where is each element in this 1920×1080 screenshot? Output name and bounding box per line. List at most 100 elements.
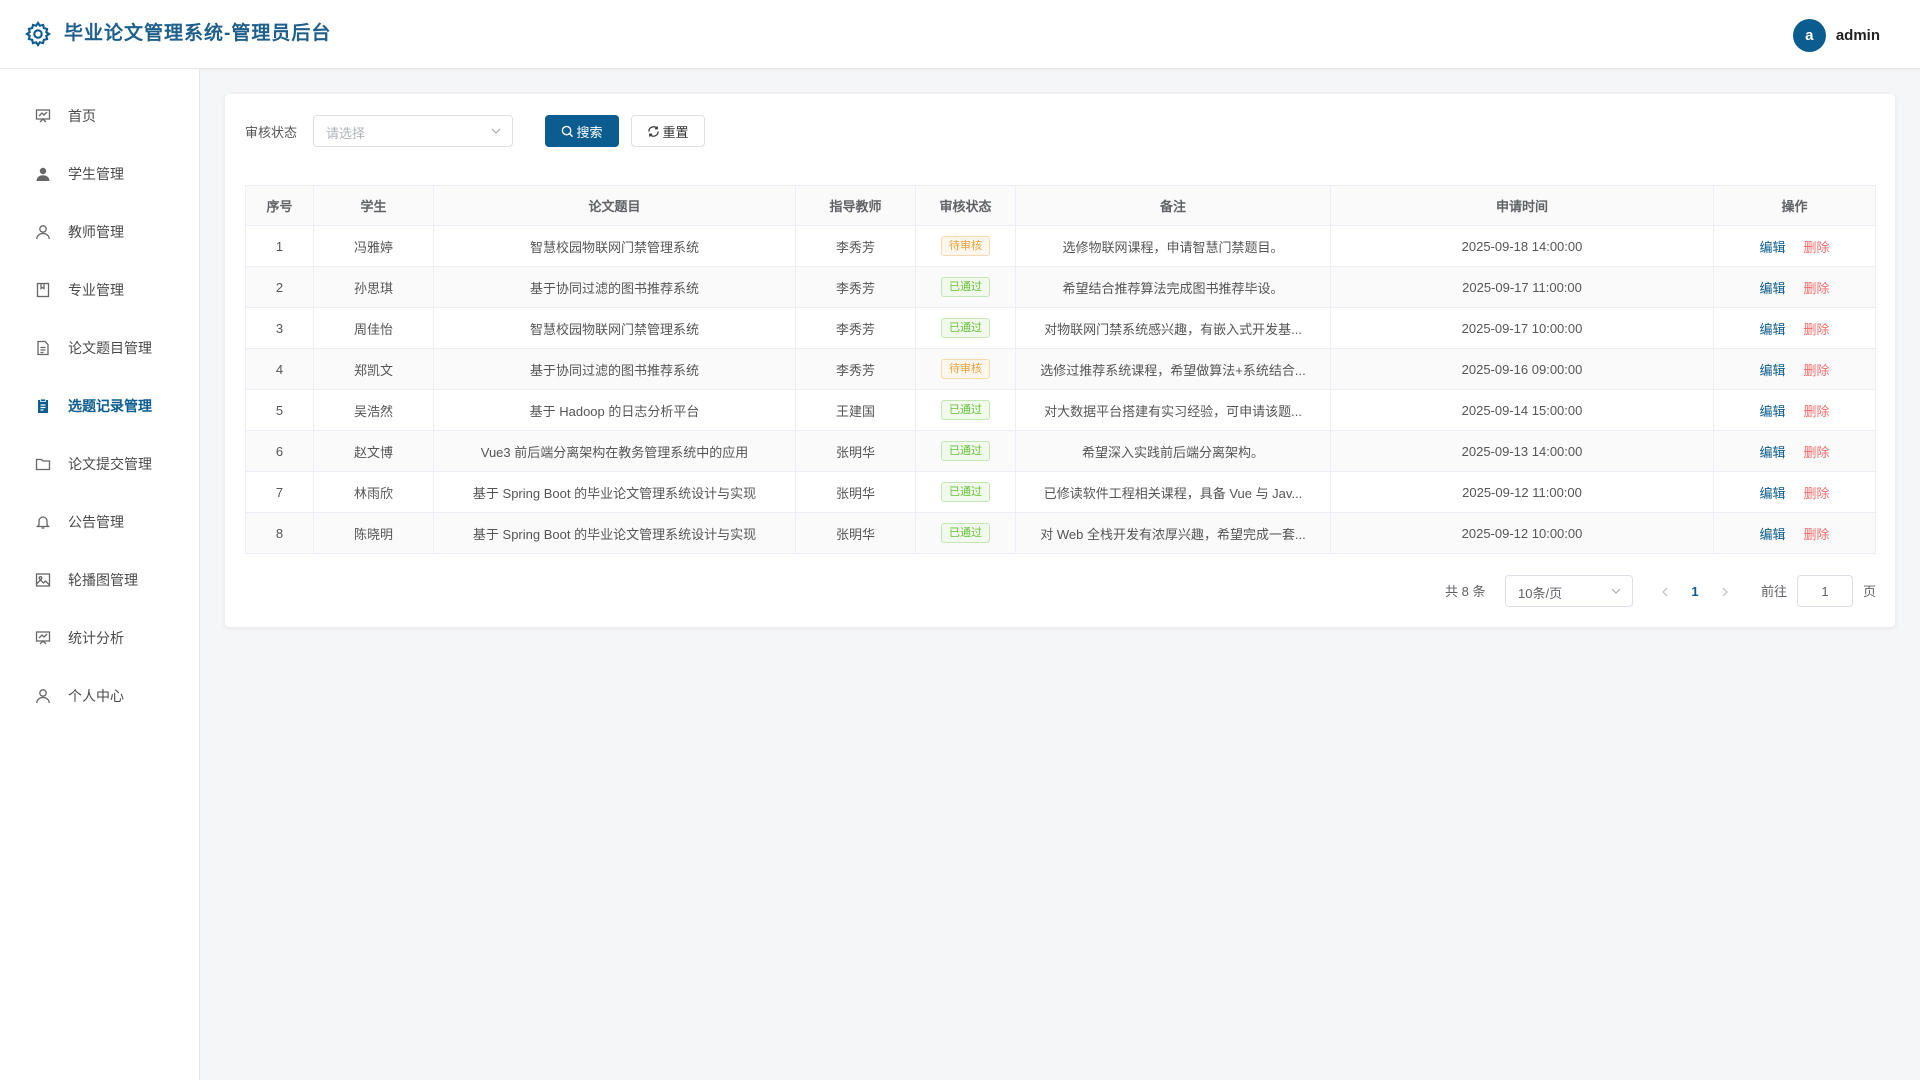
cell-title: 基于 Spring Boot 的毕业论文管理系统设计与实现 [433, 471, 796, 513]
header-title: 论文题目 [433, 185, 796, 226]
cell-status: 待审核 [915, 348, 1016, 390]
cell-remark: 对 Web 全栈开发有浓厚兴趣，希望完成一套... [1015, 512, 1331, 554]
status-badge: 已通过 [941, 523, 990, 543]
sidebar-item-majors[interactable]: 专业管理 [0, 268, 199, 312]
cell-no: 1 [245, 225, 314, 267]
cell-time: 2025-09-16 09:00:00 [1330, 348, 1714, 390]
table-row: 4 郑凯文 基于协同过滤的图书推荐系统 李秀芳 待审核 选修过推荐系统课程，希望做算法+系… [245, 348, 1876, 390]
bell-icon [34, 513, 52, 531]
sidebar-item-selection-records[interactable]: 选题记录管理 [0, 384, 199, 428]
sidebar-item-profile[interactable]: 个人中心 [0, 674, 199, 718]
cell-title: 智慧校园物联网门禁管理系统 [433, 225, 796, 267]
sidebar-item-thesis-submissions[interactable]: 论文提交管理 [0, 442, 199, 486]
delete-button[interactable]: 删除 [1804, 240, 1830, 255]
cell-remark: 希望结合推荐算法完成图书推荐毕设。 [1015, 266, 1331, 308]
edit-button[interactable]: 编辑 [1759, 486, 1785, 501]
search-button[interactable]: 搜索 [545, 115, 619, 147]
select-placeholder: 请选择 [326, 126, 366, 141]
gear-icon [24, 20, 52, 48]
cell-actions: 编辑 删除 [1713, 266, 1876, 308]
sidebar-item-home[interactable]: 首页 [0, 94, 199, 138]
sidebar-item-label: 轮播图管理 [68, 572, 138, 588]
sidebar-item-thesis-topics[interactable]: 论文题目管理 [0, 326, 199, 370]
edit-button[interactable]: 编辑 [1759, 404, 1785, 419]
sidebar-item-students[interactable]: 学生管理 [0, 152, 199, 196]
delete-button[interactable]: 删除 [1804, 363, 1830, 378]
edit-button[interactable]: 编辑 [1759, 322, 1785, 337]
delete-button[interactable]: 删除 [1804, 404, 1830, 419]
user-menu[interactable]: a admin [1792, 18, 1880, 52]
cell-remark: 希望深入实践前后端分离架构。 [1015, 430, 1331, 472]
cell-teacher: 李秀芳 [795, 307, 916, 349]
edit-button[interactable]: 编辑 [1759, 363, 1785, 378]
chevron-right-icon [1722, 587, 1728, 597]
cell-status: 已通过 [915, 471, 1016, 513]
sidebar-item-teachers[interactable]: 教师管理 [0, 210, 199, 254]
notebook-icon [34, 281, 52, 299]
username[interactable]: admin [1836, 27, 1880, 44]
cell-title: Vue3 前后端分离架构在教务管理系统中的应用 [433, 430, 796, 472]
cell-student: 陈晓明 [313, 512, 434, 554]
cell-teacher: 李秀芳 [795, 348, 916, 390]
table-header-row: 序号 学生 论文题目 指导教师 审核状态 备注 申请时间 操作 [245, 185, 1876, 226]
table-row: 2 孙思琪 基于协同过滤的图书推荐系统 李秀芳 已通过 希望结合推荐算法完成图书推荐毕设。… [245, 266, 1876, 308]
cell-student: 孙思琪 [313, 266, 434, 308]
prev-page-button[interactable] [1657, 582, 1673, 602]
cell-status: 已通过 [915, 430, 1016, 472]
avatar[interactable]: a [1792, 18, 1826, 52]
cell-time: 2025-09-12 11:00:00 [1330, 471, 1714, 513]
tickets-icon [34, 397, 52, 415]
edit-button[interactable]: 编辑 [1759, 281, 1785, 296]
cell-status: 已通过 [915, 512, 1016, 554]
cell-teacher: 李秀芳 [795, 225, 916, 267]
chevron-down-icon [1611, 588, 1621, 594]
edit-button[interactable]: 编辑 [1759, 527, 1785, 542]
sidebar: 首页 学生管理 教师管理 专业管理 论文题目管理 选题记录管理 论文提交管理 公… [0, 69, 200, 1080]
delete-button[interactable]: 删除 [1804, 445, 1830, 460]
page-size-select[interactable]: 10条/页 [1505, 575, 1633, 607]
cell-actions: 编辑 删除 [1713, 389, 1876, 431]
records-card: 审核状态 请选择 搜索 重置 序号 学生 论文题目 指导教师 审核状态 备注 申… [225, 94, 1895, 627]
delete-button[interactable]: 删除 [1804, 322, 1830, 337]
edit-button[interactable]: 编辑 [1759, 240, 1785, 255]
delete-button[interactable]: 删除 [1804, 527, 1830, 542]
user-filled-icon [34, 165, 52, 183]
cell-status: 已通过 [915, 307, 1016, 349]
cell-status: 待审核 [915, 225, 1016, 267]
cell-teacher: 李秀芳 [795, 266, 916, 308]
delete-button[interactable]: 删除 [1804, 486, 1830, 501]
cell-student: 林雨欣 [313, 471, 434, 513]
sidebar-item-label: 论文提交管理 [68, 456, 152, 472]
cell-no: 2 [245, 266, 314, 308]
edit-button[interactable]: 编辑 [1759, 445, 1785, 460]
cell-teacher: 王建国 [795, 389, 916, 431]
search-button-label: 搜索 [576, 124, 603, 140]
next-page-button[interactable] [1717, 582, 1733, 602]
status-badge: 已通过 [941, 277, 990, 297]
table-row: 8 陈晓明 基于 Spring Boot 的毕业论文管理系统设计与实现 张明华 已通过 对… [245, 512, 1876, 554]
page-size-value: 10条/页 [1518, 586, 1563, 601]
cell-teacher: 张明华 [795, 471, 916, 513]
status-badge: 已通过 [941, 318, 990, 338]
cell-remark: 选修物联网课程，申请智慧门禁题目。 [1015, 225, 1331, 267]
sidebar-item-announcements[interactable]: 公告管理 [0, 500, 199, 544]
cell-remark: 选修过推荐系统课程，希望做算法+系统结合... [1015, 348, 1331, 390]
status-select[interactable]: 请选择 [313, 115, 513, 147]
sidebar-item-statistics[interactable]: 统计分析 [0, 616, 199, 660]
cell-no: 3 [245, 307, 314, 349]
user-icon [34, 687, 52, 705]
chevron-down-icon [491, 128, 501, 134]
sidebar-item-label: 教师管理 [68, 224, 124, 240]
table-row: 6 赵文博 Vue3 前后端分离架构在教务管理系统中的应用 张明华 已通过 希望深入实践前… [245, 430, 1876, 472]
app-title: 毕业论文管理系统-管理员后台 [64, 23, 332, 44]
cell-student: 冯雅婷 [313, 225, 434, 267]
status-badge: 已通过 [941, 482, 990, 502]
goto-page-input[interactable] [1797, 575, 1853, 607]
delete-button[interactable]: 删除 [1804, 281, 1830, 296]
page-number-current[interactable]: 1 [1685, 582, 1705, 602]
sidebar-item-carousel[interactable]: 轮播图管理 [0, 558, 199, 602]
cell-time: 2025-09-13 14:00:00 [1330, 430, 1714, 472]
reset-button[interactable]: 重置 [631, 115, 705, 147]
cell-title: 基于协同过滤的图书推荐系统 [433, 266, 796, 308]
table-row: 3 周佳怡 智慧校园物联网门禁管理系统 李秀芳 已通过 对物联网门禁系统感兴趣，有嵌入式开… [245, 307, 1876, 349]
